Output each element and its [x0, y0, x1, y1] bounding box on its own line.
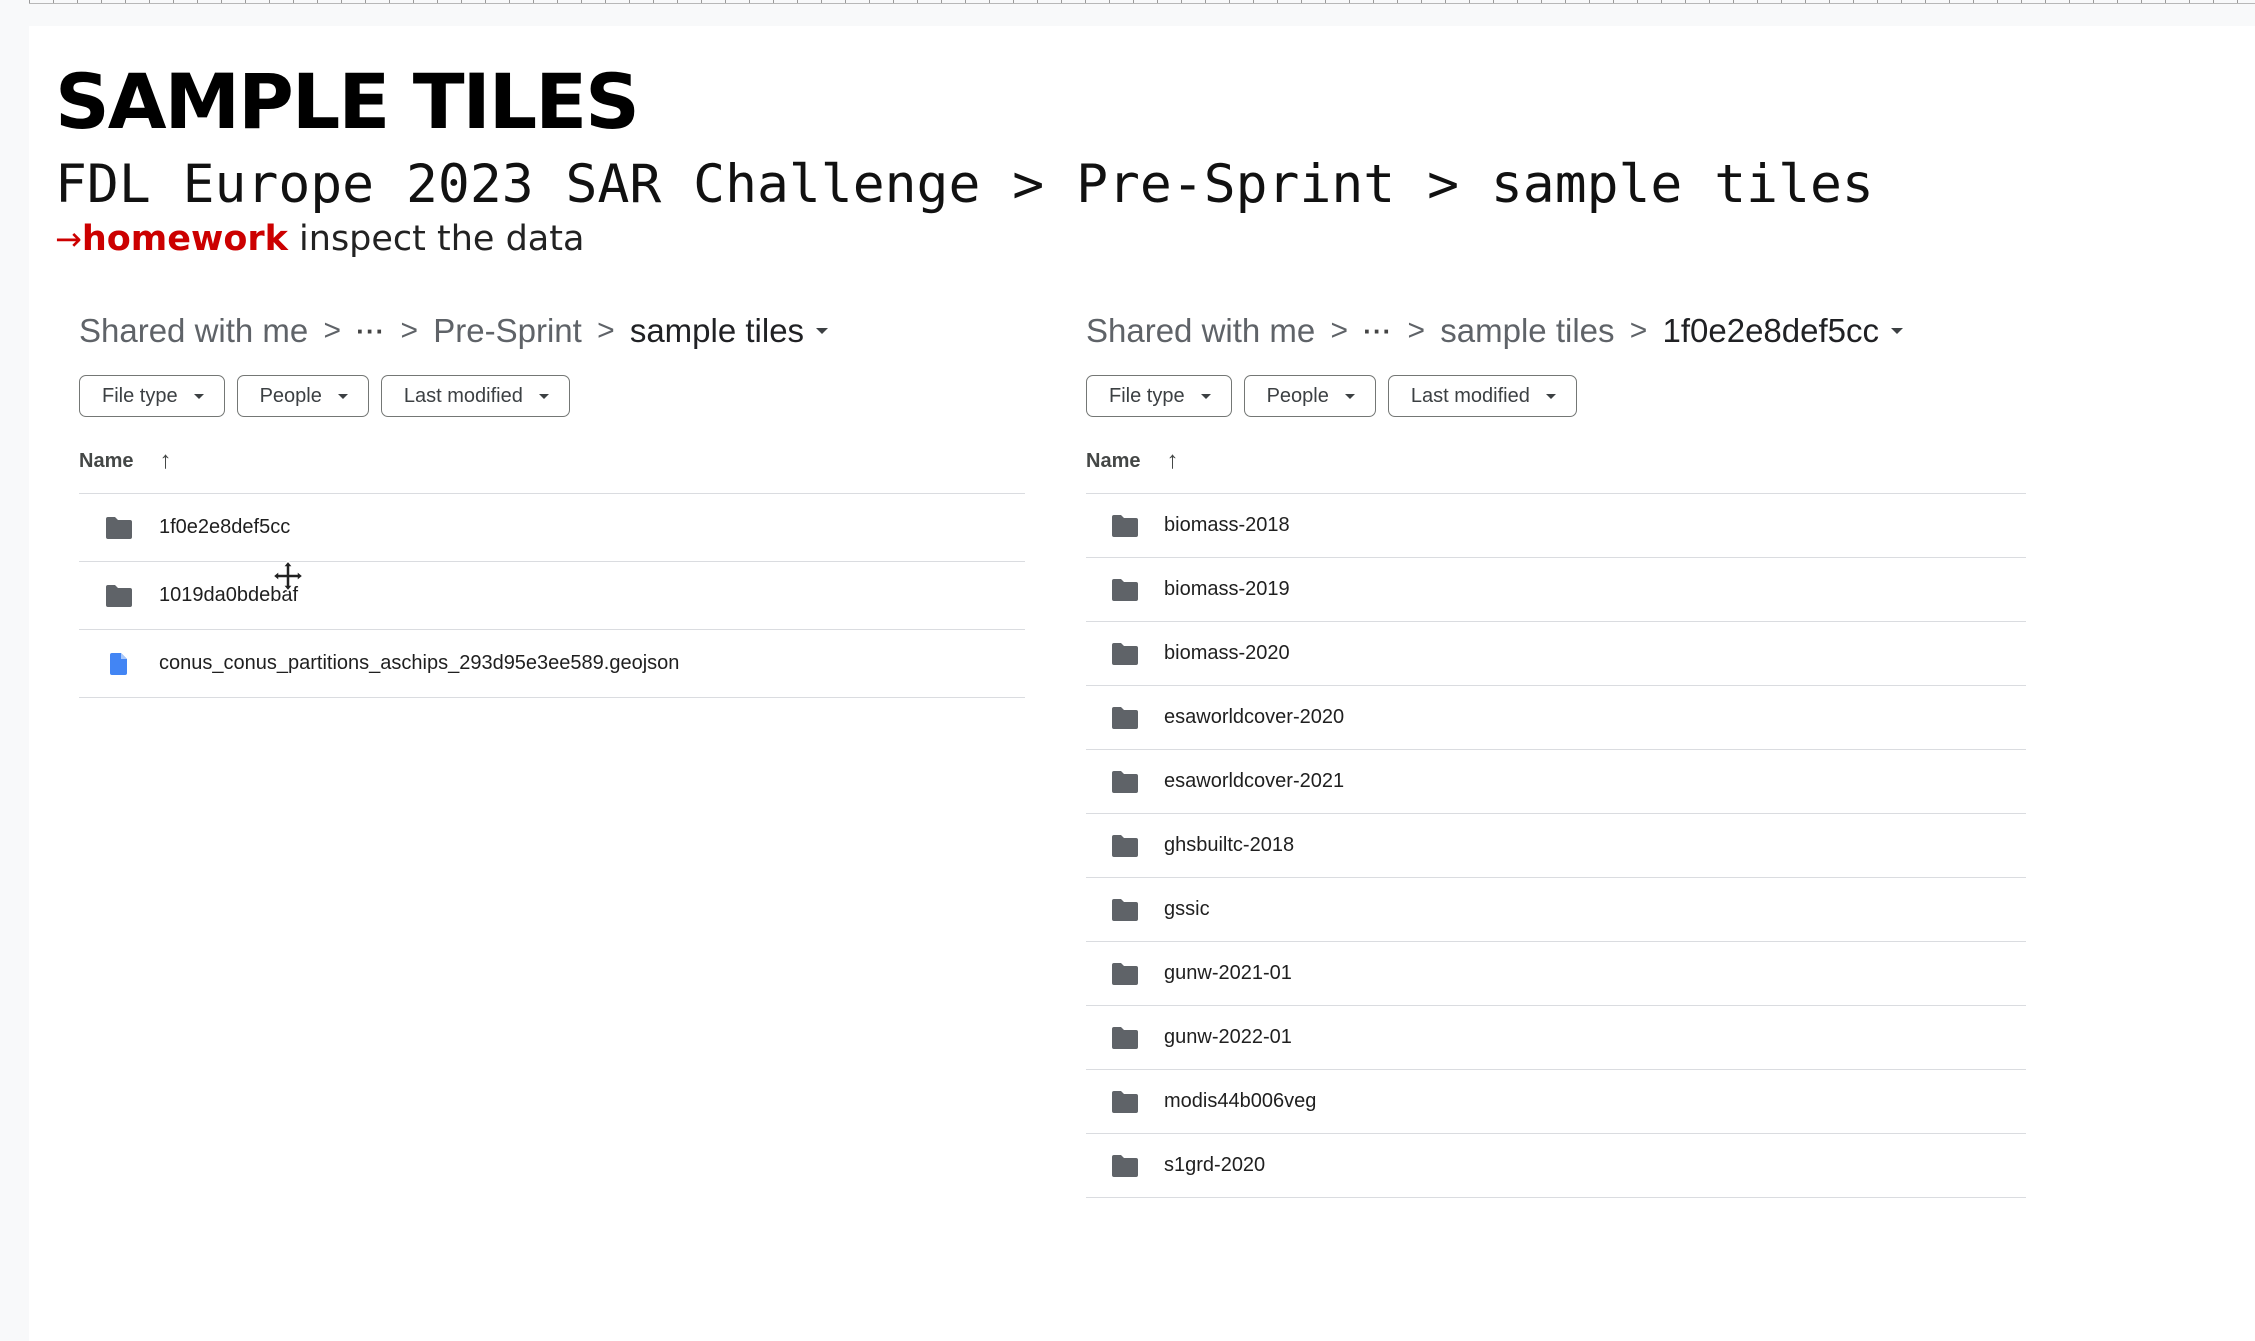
folder-icon: [1086, 898, 1164, 922]
breadcrumb-current-label: sample tiles: [629, 312, 805, 349]
file-type-filter-label: File type: [102, 384, 178, 407]
file-icon: [79, 652, 159, 675]
list-item[interactable]: 1019da0bdebaf: [79, 562, 1025, 630]
item-name: esaworldcover-2021: [1164, 770, 1345, 792]
list-header: Name ↑: [1086, 429, 2026, 494]
folder-icon: [1086, 1026, 1164, 1050]
filter-chips: File type People Last modified: [1086, 375, 2026, 417]
item-name: ghsbuiltc-2018: [1164, 834, 1295, 856]
list-item[interactable]: gssic: [1086, 878, 2026, 942]
item-name: gunw-2021-01: [1164, 962, 1292, 984]
caret-down-icon: [538, 393, 549, 399]
list-item[interactable]: modis44b006veg: [1086, 1070, 2026, 1134]
caret-down-icon: [1344, 393, 1355, 399]
folder-icon: [1086, 642, 1164, 666]
last-modified-filter[interactable]: Last modified: [1387, 375, 1577, 417]
people-filter-label: People: [259, 384, 322, 407]
item-name: esaworldcover-2020: [1164, 706, 1345, 728]
drive-path-text: FDL Europe 2023 SAR Challenge > Pre-Spri…: [55, 154, 1874, 215]
item-name: gssic: [1164, 898, 1210, 920]
breadcrumb-current-folder[interactable]: sample tiles: [629, 312, 829, 350]
ruler: [29, 0, 2255, 4]
caret-down-icon: [337, 393, 348, 399]
list-item[interactable]: s1grd-2020: [1086, 1134, 2026, 1198]
item-name: biomass-2018: [1164, 514, 1290, 536]
caret-down-icon: [1891, 328, 1904, 334]
list-item[interactable]: biomass-2020: [1086, 622, 2026, 686]
drive-panel-right: Shared with me > ··· > sample tiles > 1f…: [1086, 305, 2026, 1198]
list-header: Name ↑: [79, 429, 1025, 494]
people-filter-label: People: [1266, 384, 1329, 407]
folder-icon: [79, 584, 159, 608]
sort-arrow-up-icon[interactable]: ↑: [1166, 447, 1178, 475]
folder-icon: [1086, 962, 1164, 986]
caret-down-icon: [1200, 393, 1211, 399]
people-filter[interactable]: People: [236, 375, 369, 417]
more-horiz-icon[interactable]: ···: [1363, 316, 1392, 347]
file-type-filter[interactable]: File type: [79, 375, 225, 417]
chevron-right-icon: >: [323, 314, 342, 347]
homework-word: homework: [81, 219, 288, 259]
breadcrumb-current-folder[interactable]: 1f0e2e8def5cc: [1663, 312, 1904, 350]
list-item[interactable]: 1f0e2e8def5cc: [79, 494, 1025, 562]
chevron-right-icon: >: [1407, 314, 1426, 347]
caret-down-icon: [193, 393, 204, 399]
file-type-filter[interactable]: File type: [1086, 375, 1232, 417]
folder-icon: [1086, 1090, 1164, 1114]
drive-panel-left: Shared with me > ··· > Pre-Sprint > samp…: [79, 305, 1025, 698]
list-item[interactable]: ghsbuiltc-2018: [1086, 814, 2026, 878]
homework-line: →homework inspect the data: [55, 222, 584, 257]
chevron-right-icon: >: [1629, 314, 1648, 347]
caret-down-icon: [816, 328, 829, 334]
homework-text: inspect the data: [287, 219, 585, 259]
last-modified-filter[interactable]: Last modified: [380, 375, 570, 417]
item-name: 1f0e2e8def5cc: [159, 516, 291, 538]
filter-chips: File type People Last modified: [79, 375, 1025, 417]
people-filter[interactable]: People: [1243, 375, 1376, 417]
list-item[interactable]: biomass-2018: [1086, 494, 2026, 558]
list-item[interactable]: gunw-2022-01: [1086, 1006, 2026, 1070]
item-name: gunw-2022-01: [1164, 1026, 1292, 1048]
last-modified-filter-label: Last modified: [1410, 384, 1530, 407]
list-item[interactable]: esaworldcover-2020: [1086, 686, 2026, 750]
file-type-filter-label: File type: [1109, 384, 1185, 407]
item-name: biomass-2019: [1164, 578, 1290, 600]
right-arrow-icon: →: [55, 220, 82, 258]
list-item[interactable]: gunw-2021-01: [1086, 942, 2026, 1006]
breadcrumb: Shared with me > ··· > sample tiles > 1f…: [1086, 305, 2026, 357]
last-modified-filter-label: Last modified: [403, 384, 523, 407]
folder-icon: [1086, 706, 1164, 730]
breadcrumb-shared-with-me[interactable]: Shared with me: [1086, 312, 1315, 350]
folder-icon: [79, 516, 159, 540]
item-name: biomass-2020: [1164, 642, 1290, 664]
list-item[interactable]: biomass-2019: [1086, 558, 2026, 622]
chevron-right-icon: >: [400, 314, 419, 347]
item-name: s1grd-2020: [1164, 1154, 1266, 1176]
item-name: modis44b006veg: [1164, 1090, 1317, 1112]
breadcrumb-current-label: 1f0e2e8def5cc: [1662, 312, 1880, 349]
folder-icon: [1086, 770, 1164, 794]
list-item[interactable]: conus_conus_partitions_aschips_293d95e3e…: [79, 630, 1025, 698]
breadcrumb-sample-tiles[interactable]: sample tiles: [1440, 312, 1614, 350]
folder-icon: [1086, 834, 1164, 858]
caret-down-icon: [1545, 393, 1556, 399]
slide-title: SAMPLE TILES: [55, 57, 640, 146]
folder-icon: [1086, 514, 1164, 538]
folder-icon: [1086, 578, 1164, 602]
more-horiz-icon[interactable]: ···: [356, 316, 385, 347]
breadcrumb-pre-sprint[interactable]: Pre-Sprint: [433, 312, 582, 350]
sort-arrow-up-icon[interactable]: ↑: [159, 447, 171, 475]
column-header-name[interactable]: Name: [79, 450, 133, 473]
folder-icon: [1086, 1154, 1164, 1178]
list-item[interactable]: esaworldcover-2021: [1086, 750, 2026, 814]
column-header-name[interactable]: Name: [1086, 450, 1140, 473]
breadcrumb-shared-with-me[interactable]: Shared with me: [79, 312, 308, 350]
chevron-right-icon: >: [597, 314, 615, 347]
move-cursor-icon: [271, 559, 305, 593]
item-name: conus_conus_partitions_aschips_293d95e3e…: [159, 652, 680, 674]
chevron-right-icon: >: [1330, 314, 1349, 347]
breadcrumb: Shared with me > ··· > Pre-Sprint > samp…: [79, 305, 1025, 357]
